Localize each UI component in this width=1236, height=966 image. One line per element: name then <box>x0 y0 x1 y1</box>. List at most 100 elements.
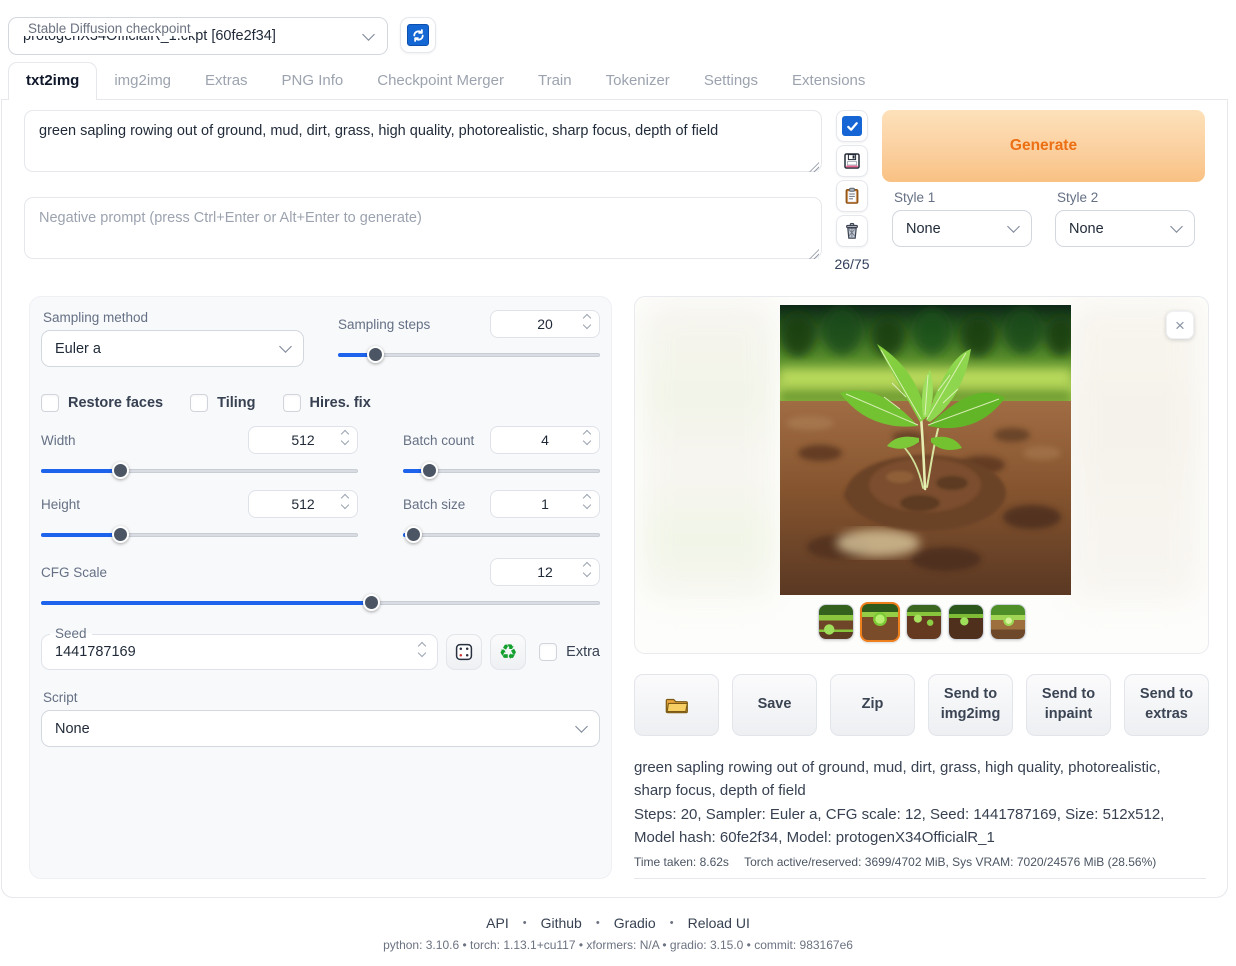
sampling-method-label: Sampling method <box>43 310 304 325</box>
floppy-disk-icon <box>842 151 862 171</box>
tab-tokenizer[interactable]: Tokenizer <box>589 63 687 99</box>
apply-style-button[interactable] <box>836 180 868 212</box>
open-folder-button[interactable] <box>634 674 719 736</box>
stepper-icon[interactable] <box>584 563 590 576</box>
clipboard-icon <box>842 186 862 206</box>
footer-links: API • Github • Gradio • Reload UI <box>0 915 1236 931</box>
style1-dropdown[interactable]: None <box>892 210 1032 247</box>
chevron-down-icon <box>279 340 292 353</box>
prompt-column: green sapling rowing out of ground, mud,… <box>24 110 822 262</box>
batch-size-input[interactable]: 1 <box>490 490 600 518</box>
height-slider[interactable] <box>41 526 358 544</box>
prompt-input[interactable]: green sapling rowing out of ground, mud,… <box>24 110 822 172</box>
negative-prompt-input[interactable] <box>24 197 822 259</box>
extra-seed-checkbox[interactable]: Extra <box>539 643 600 661</box>
tab-extensions[interactable]: Extensions <box>775 63 882 99</box>
style2-dropdown[interactable]: None <box>1055 210 1195 247</box>
tab-extras[interactable]: Extras <box>188 63 265 99</box>
width-label: Width <box>41 433 76 448</box>
recycle-icon: ♻ <box>499 642 518 663</box>
random-seed-button[interactable] <box>446 634 482 670</box>
toggles-row: Restore faces Tiling Hires. fix <box>41 394 600 412</box>
seed-input[interactable]: Seed 1441787169 <box>41 634 438 670</box>
stepper-icon[interactable] <box>584 495 590 508</box>
clear-prompt-button[interactable] <box>836 215 868 247</box>
width-input[interactable]: 512 <box>248 426 358 454</box>
width-slider[interactable] <box>41 462 358 480</box>
save-style-button[interactable] <box>836 145 868 177</box>
stepper-icon[interactable] <box>584 315 590 328</box>
slider-thumb[interactable] <box>112 462 129 479</box>
slider-thumb[interactable] <box>367 346 384 363</box>
send-to-img2img-button[interactable]: Send to img2img <box>928 674 1013 736</box>
paste-params-button[interactable] <box>836 110 868 142</box>
api-link[interactable]: API <box>486 915 509 931</box>
tab-png-info[interactable]: PNG Info <box>265 63 361 99</box>
generated-image[interactable] <box>780 305 1071 595</box>
cfg-scale-slider[interactable] <box>41 594 600 612</box>
separator: • <box>596 917 600 929</box>
batch-size-label: Batch size <box>403 497 465 512</box>
thumbnail-4[interactable] <box>948 604 984 640</box>
sampling-steps-input[interactable]: 20 <box>490 310 600 338</box>
checkpoint-dropdown[interactable]: Stable Diffusion checkpoint protogenX34O… <box>8 17 388 55</box>
trash-icon <box>842 221 862 241</box>
tab-settings[interactable]: Settings <box>687 63 775 99</box>
batch-count-slider[interactable] <box>403 462 600 480</box>
tab-img2img[interactable]: img2img <box>97 63 188 99</box>
reload-ui-link[interactable]: Reload UI <box>688 915 750 931</box>
tab-train[interactable]: Train <box>521 63 589 99</box>
tab-txt2img[interactable]: txt2img <box>8 62 97 100</box>
hires-fix-checkbox[interactable]: Hires. fix <box>283 394 371 412</box>
stepper-icon[interactable] <box>342 495 348 508</box>
slider-thumb[interactable] <box>112 526 129 543</box>
close-icon[interactable]: × <box>1166 311 1194 339</box>
stepper-icon[interactable] <box>584 431 590 444</box>
sampling-method-dropdown[interactable]: Euler a <box>41 330 304 367</box>
style2-value: None <box>1069 221 1172 237</box>
github-link[interactable]: Github <box>541 915 582 931</box>
slider-thumb[interactable] <box>363 594 380 611</box>
thumbnail-5[interactable] <box>990 604 1026 640</box>
checkbox-icon <box>283 394 301 412</box>
slider-thumb[interactable] <box>405 526 422 543</box>
generate-button[interactable]: Generate <box>882 110 1205 182</box>
height-input[interactable]: 512 <box>248 490 358 518</box>
style1-value: None <box>906 221 1009 237</box>
extra-label: Extra <box>566 644 600 660</box>
sampling-steps-label: Sampling steps <box>338 317 430 332</box>
batch-count-value: 4 <box>541 432 549 448</box>
version-info: python: 3.10.6 • torch: 1.13.1+cu117 • x… <box>0 938 1236 952</box>
thumbnail-3[interactable] <box>906 604 942 640</box>
batch-count-label: Batch count <box>403 433 474 448</box>
refresh-checkpoints-button[interactable] <box>400 17 436 53</box>
save-button[interactable]: Save <box>732 674 817 736</box>
sampling-steps-slider[interactable] <box>338 346 600 364</box>
send-to-extras-button[interactable]: Send to extras <box>1124 674 1209 736</box>
batch-size-slider[interactable] <box>403 526 600 544</box>
stepper-icon[interactable] <box>342 431 348 444</box>
stepper-icon[interactable] <box>419 643 425 656</box>
gallery-thumbnails <box>635 604 1208 642</box>
style1-label: Style 1 <box>894 190 1032 205</box>
tiling-label: Tiling <box>217 395 255 411</box>
gallery-blur-backdrop <box>643 303 775 603</box>
thumbnail-1[interactable] <box>818 604 854 640</box>
separator: • <box>670 917 674 929</box>
cfg-scale-input[interactable]: 12 <box>490 558 600 586</box>
generation-info-prompt: green sapling rowing out of ground, mud,… <box>634 757 1194 802</box>
script-dropdown[interactable]: None <box>41 710 600 747</box>
vram-stats: Torch active/reserved: 3699/4702 MiB, Sy… <box>744 855 1156 869</box>
reuse-seed-button[interactable]: ♻ <box>490 634 526 670</box>
dice-icon <box>454 642 474 662</box>
slider-thumb[interactable] <box>421 462 438 479</box>
send-to-inpaint-button[interactable]: Send to inpaint <box>1026 674 1111 736</box>
app-header: Stable Diffusion checkpoint protogenX34O… <box>0 0 1236 62</box>
zip-button[interactable]: Zip <box>830 674 915 736</box>
tab-checkpoint-merger[interactable]: Checkpoint Merger <box>360 63 521 99</box>
batch-count-input[interactable]: 4 <box>490 426 600 454</box>
gradio-link[interactable]: Gradio <box>614 915 656 931</box>
restore-faces-checkbox[interactable]: Restore faces <box>41 394 163 412</box>
thumbnail-2-selected[interactable] <box>860 602 900 642</box>
tiling-checkbox[interactable]: Tiling <box>190 394 255 412</box>
